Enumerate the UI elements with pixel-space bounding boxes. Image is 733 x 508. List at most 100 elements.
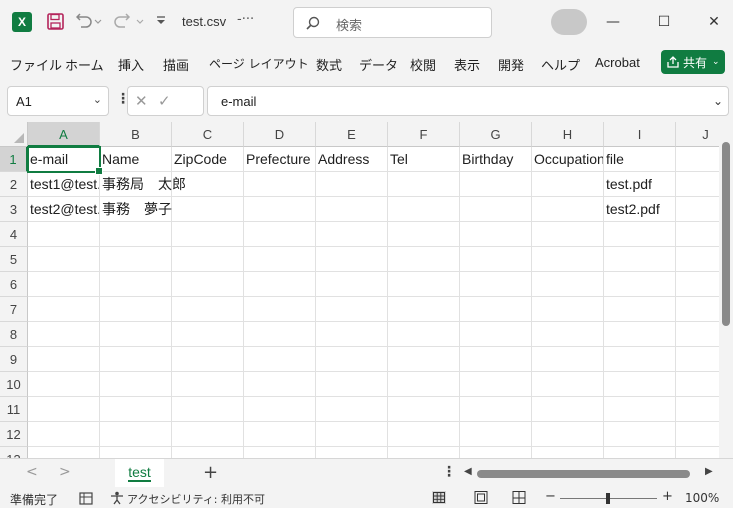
cell-c6[interactable]: [172, 272, 244, 297]
tab-review[interactable]: 校閲: [410, 55, 436, 74]
cell-e10[interactable]: [316, 372, 388, 397]
cell-g11[interactable]: [460, 397, 532, 422]
cell-c10[interactable]: [172, 372, 244, 397]
cell-f1[interactable]: Tel: [388, 147, 460, 172]
cell-b7[interactable]: [100, 297, 172, 322]
tab-help[interactable]: ヘルプ: [541, 55, 580, 74]
cell-i1[interactable]: file: [604, 147, 676, 172]
row-header-13[interactable]: 13: [0, 447, 28, 458]
normal-view-icon[interactable]: [432, 491, 446, 504]
cell-a9[interactable]: [28, 347, 100, 372]
cell-i2[interactable]: test.pdf: [604, 172, 676, 197]
cell-f11[interactable]: [388, 397, 460, 422]
minimize-button[interactable]: —: [598, 10, 628, 34]
cell-d7[interactable]: [244, 297, 316, 322]
cell-b13[interactable]: [100, 447, 172, 458]
cell-h12[interactable]: [532, 422, 604, 447]
tab-page-layout[interactable]: ページ レイアウト: [209, 55, 309, 72]
cell-c3[interactable]: [172, 197, 244, 222]
row-header-10[interactable]: 10: [0, 372, 28, 397]
cell-e13[interactable]: [316, 447, 388, 458]
cell-h4[interactable]: [532, 222, 604, 247]
chevron-down-icon[interactable]: ⌄: [713, 94, 723, 108]
cell-d3[interactable]: [244, 197, 316, 222]
cell-d5[interactable]: [244, 247, 316, 272]
cell-h8[interactable]: [532, 322, 604, 347]
close-button[interactable]: ✕: [699, 10, 729, 34]
cell-i4[interactable]: [604, 222, 676, 247]
cell-e7[interactable]: [316, 297, 388, 322]
row-header-12[interactable]: 12: [0, 422, 28, 447]
tab-acrobat[interactable]: Acrobat: [595, 55, 640, 70]
cell-a6[interactable]: [28, 272, 100, 297]
cell-a8[interactable]: [28, 322, 100, 347]
cell-e11[interactable]: [316, 397, 388, 422]
enter-icon[interactable]: ✓: [158, 92, 171, 110]
column-header-e[interactable]: E: [316, 122, 388, 147]
cell-d12[interactable]: [244, 422, 316, 447]
cell-b1[interactable]: Name: [100, 147, 172, 172]
scroll-left-icon[interactable]: ◀: [464, 466, 472, 477]
cell-i7[interactable]: [604, 297, 676, 322]
spreadsheet-grid[interactable]: ABCDEFGHIJ 1 e-mail Name ZipCode Prefecture A…: [0, 122, 733, 458]
cell-e1[interactable]: Address: [316, 147, 388, 172]
cell-b8[interactable]: [100, 322, 172, 347]
cell-d11[interactable]: [244, 397, 316, 422]
cell-c5[interactable]: [172, 247, 244, 272]
chevron-down-icon[interactable]: ⌄: [93, 93, 102, 106]
zoom-in-button[interactable]: +: [662, 489, 673, 504]
cell-a5[interactable]: [28, 247, 100, 272]
cell-c12[interactable]: [172, 422, 244, 447]
cell-e3[interactable]: [316, 197, 388, 222]
maximize-button[interactable]: ☐: [649, 10, 679, 34]
cell-d4[interactable]: [244, 222, 316, 247]
cell-c4[interactable]: [172, 222, 244, 247]
cell-a4[interactable]: [28, 222, 100, 247]
cell-h7[interactable]: [532, 297, 604, 322]
cell-b9[interactable]: [100, 347, 172, 372]
cell-c9[interactable]: [172, 347, 244, 372]
cell-d13[interactable]: [244, 447, 316, 458]
cell-i10[interactable]: [604, 372, 676, 397]
macro-record-icon[interactable]: [79, 492, 93, 505]
cell-i8[interactable]: [604, 322, 676, 347]
column-header-c[interactable]: C: [172, 122, 244, 147]
zoom-out-button[interactable]: −: [545, 489, 556, 504]
cell-g3[interactable]: [460, 197, 532, 222]
zoom-slider-thumb[interactable]: [606, 493, 610, 504]
share-button[interactable]: 共有 ⌄: [661, 50, 725, 74]
horizontal-scrollbar[interactable]: ◀ ▶: [462, 466, 717, 481]
chevron-right-icon[interactable]: >: [59, 464, 71, 480]
cell-h9[interactable]: [532, 347, 604, 372]
add-sheet-button[interactable]: +: [203, 462, 218, 483]
document-title[interactable]: test.csv: [182, 14, 226, 29]
customize-toolbar-icon[interactable]: [156, 16, 166, 26]
cell-d10[interactable]: [244, 372, 316, 397]
cell-c11[interactable]: [172, 397, 244, 422]
cell-i11[interactable]: [604, 397, 676, 422]
select-all-button[interactable]: [0, 122, 28, 147]
more-options-icon[interactable]: ⋮: [442, 464, 456, 480]
cell-f5[interactable]: [388, 247, 460, 272]
cell-h6[interactable]: [532, 272, 604, 297]
row-header-9[interactable]: 9: [0, 347, 28, 372]
row-header-3[interactable]: 3: [0, 197, 28, 222]
cell-h1[interactable]: Occupation: [532, 147, 604, 172]
cell-f8[interactable]: [388, 322, 460, 347]
search-input[interactable]: 検索: [293, 7, 492, 38]
cell-f12[interactable]: [388, 422, 460, 447]
cell-f2[interactable]: [388, 172, 460, 197]
avatar[interactable]: [551, 9, 587, 35]
cell-f9[interactable]: [388, 347, 460, 372]
vertical-scrollbar[interactable]: [719, 138, 733, 458]
cell-b5[interactable]: [100, 247, 172, 272]
accessibility-status[interactable]: アクセシビリティ: 利用不可: [127, 491, 265, 507]
cell-d8[interactable]: [244, 322, 316, 347]
cell-e5[interactable]: [316, 247, 388, 272]
cell-e2[interactable]: [316, 172, 388, 197]
formula-input[interactable]: e-mail ⌄: [207, 86, 729, 116]
column-header-f[interactable]: F: [388, 122, 460, 147]
cell-g12[interactable]: [460, 422, 532, 447]
undo-icon[interactable]: [76, 13, 102, 29]
cell-f3[interactable]: [388, 197, 460, 222]
